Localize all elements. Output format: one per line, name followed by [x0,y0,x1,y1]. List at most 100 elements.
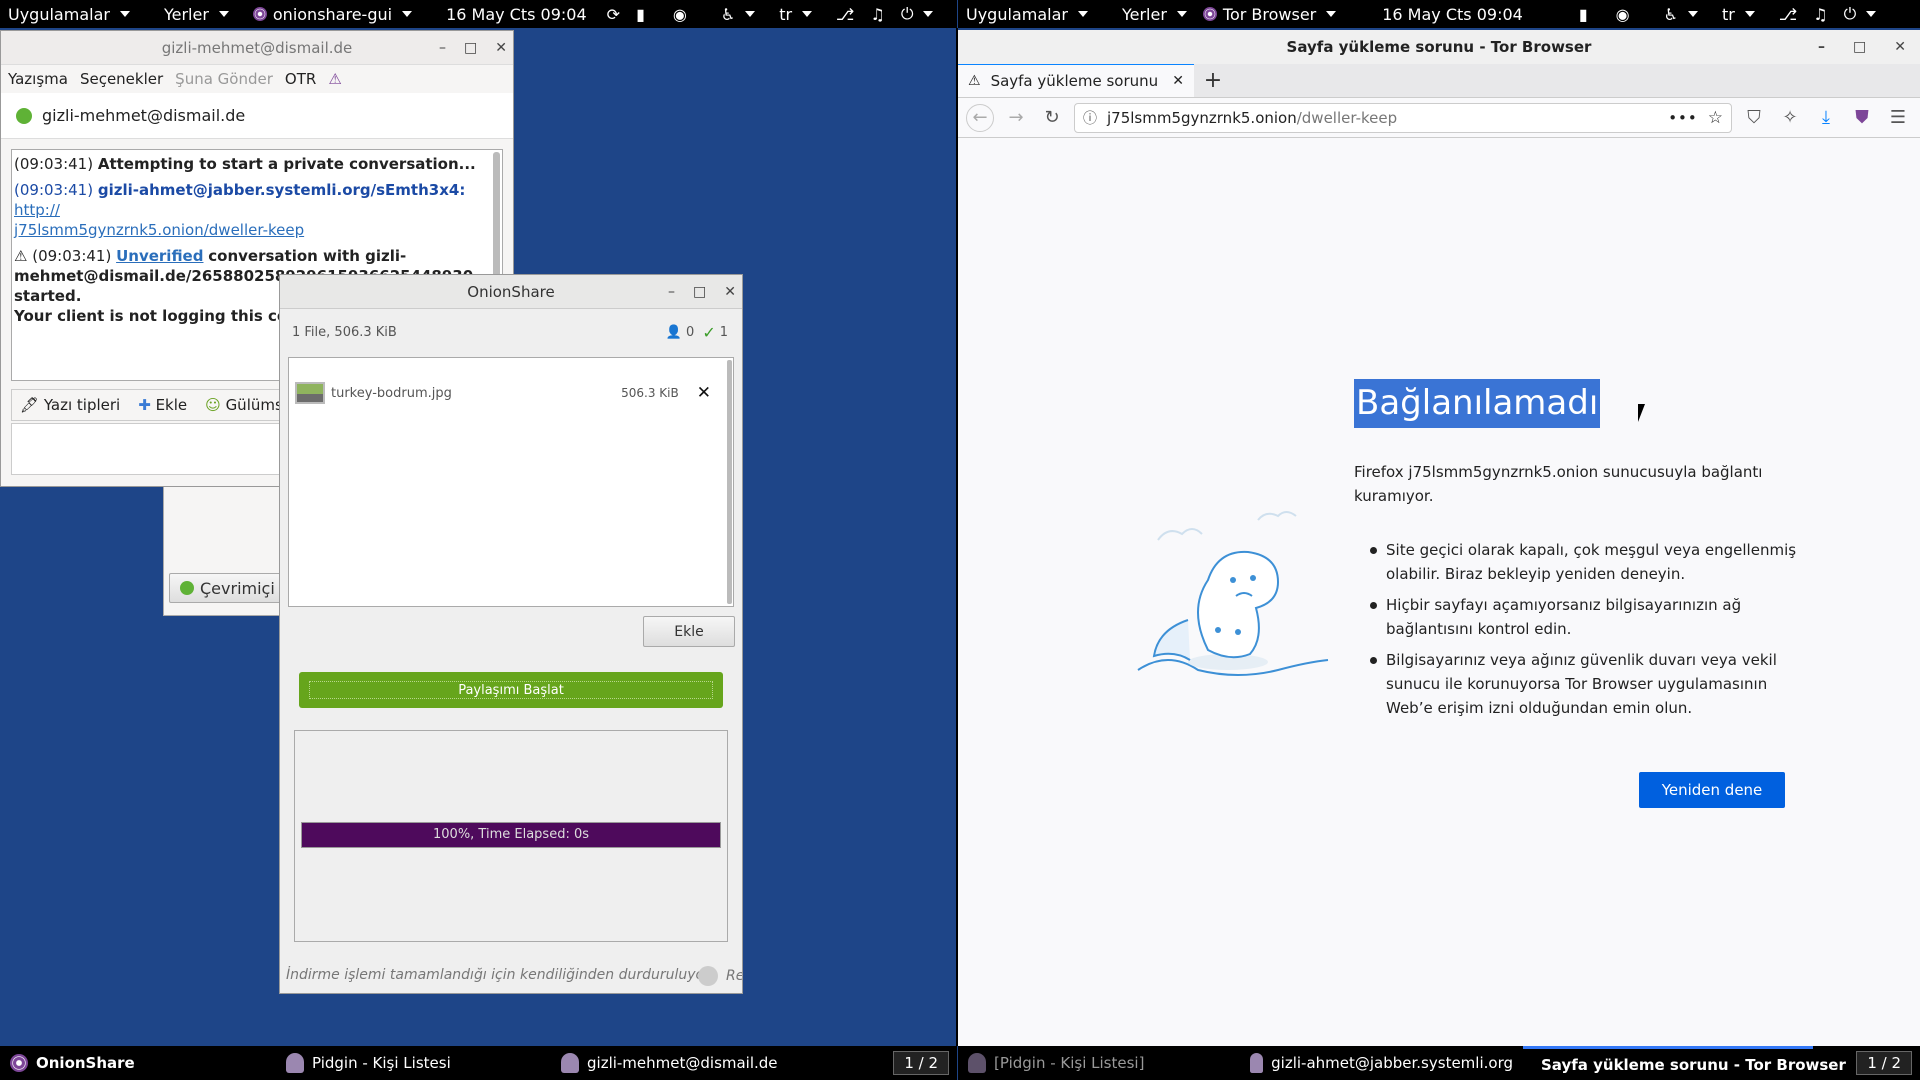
tor-browser-window: Sayfa yükleme sorunu - Tor Browser – □ ✕… [958,30,1920,1046]
start-sharing-label: Paylaşımı Başlat [458,682,564,698]
active-app-menu[interactable]: Tor Browser [1195,0,1344,28]
navigation-bar: ← → ↻ ⓘ j75lsmm5gynzrnk5.onion/dweller-k… [958,98,1920,138]
left-taskbar: OnionShare Pidgin - Kişi Listesi gizli-m… [0,1046,957,1080]
url-bar[interactable]: ⓘ j75lsmm5gynzrnk5.onion/dweller-keep ••… [1074,102,1732,133]
task-tor-browser[interactable]: Sayfa yükleme sorunu - Tor Browser [1523,1046,1846,1080]
keyboard-layout[interactable]: tr [771,0,820,28]
window-titlebar[interactable]: Sayfa yükleme sorunu - Tor Browser – □ ✕ [958,30,1920,64]
new-tab-icon[interactable]: + [1194,63,1232,97]
file-row[interactable]: turkey-bodrum.jpg 506.3 KiB ✕ [295,380,711,406]
left-top-panel: Uygulamalar Yerler onionshare-gui 16 May… [0,0,957,28]
sync-icon[interactable]: ⟳ [599,0,628,28]
active-app-menu[interactable]: onionshare-gui [245,0,420,28]
keyboard-layout[interactable]: tr [1714,0,1763,28]
menu-conversation[interactable]: Yazışma [5,70,77,88]
right-top-panel: Uygulamalar Yerler Tor Browser 16 May Ct… [958,0,1920,28]
back-icon[interactable]: ← [966,103,994,132]
close-tab-icon[interactable]: ✕ [1172,73,1184,89]
downloads-panel: 100%, Time Elapsed: 0s [294,730,728,942]
share-summary: 1 File, 506.3 KiB [292,325,397,340]
error-description: Firefox j75lsmm5gynzrnk5.onion sunucusuy… [1354,463,1763,505]
status-selector[interactable]: Çevrimiçi [169,573,281,603]
close-icon[interactable]: ✕ [1894,39,1906,55]
places-menu[interactable]: Yerler [156,0,237,28]
tab-title: Sayfa yükleme sorunu [990,72,1159,90]
minimize-icon[interactable]: – [439,40,446,56]
unverified-link[interactable]: Unverified [116,247,203,265]
window-titlebar[interactable]: OnionShare – □ ✕ [280,275,742,309]
applications-menu[interactable]: Uygulamalar [958,0,1096,28]
warning-icon: ⚠ [14,247,28,265]
task-pidgin-conversation[interactable]: gizli-mehmet@dismail.de [551,1046,871,1080]
minimize-icon[interactable]: – [1818,39,1825,55]
volume-icon[interactable]: ♫ [1805,0,1835,28]
applications-menu[interactable]: Uygulamalar [0,0,138,28]
user-icon: 👤 [665,325,683,340]
warning-icon: ⚠ [968,73,981,89]
message-link[interactable]: http:// [14,201,60,219]
bookmark-star-icon[interactable]: ☆ [1708,108,1723,128]
reload-icon[interactable]: ↻ [1038,104,1066,132]
image-file-icon [295,382,325,404]
download-icon[interactable]: ⤓ [1812,104,1840,132]
forward-icon[interactable]: → [1002,104,1030,132]
progress-bar: 100%, Time Elapsed: 0s [301,822,721,848]
task-pidgin-buddy-list[interactable]: Pidgin - Kişi Listesi [276,1046,551,1080]
noscript-icon[interactable]: ⛊ [1848,104,1876,132]
new-identity-icon[interactable]: ✧ [1776,104,1804,132]
buddy-status-icon [16,107,32,124]
menu-send-to[interactable]: Şuna Gönder [172,70,282,88]
start-sharing-button[interactable]: Paylaşımı Başlat [299,672,723,708]
menu-options[interactable]: Seçenekler [77,70,172,88]
task-pidgin-buddy-list[interactable]: [Pidgin - Kişi Listesi] [958,1046,1240,1080]
file-list-scrollbar[interactable] [727,360,732,604]
file-name: turkey-bodrum.jpg [331,385,452,401]
places-menu[interactable]: Yerler [1114,0,1195,28]
info-icon[interactable]: ⓘ [1083,108,1097,128]
clipboard-icon[interactable]: ▮ [628,0,653,28]
remove-file-icon[interactable]: ✕ [697,383,711,403]
window-titlebar[interactable]: gizli-mehmet@dismail.de – □ ✕ [1,31,513,65]
volume-icon[interactable]: ♫ [862,0,892,28]
onionshare-icon [10,1054,28,1072]
clock[interactable]: 16 May Cts 09:04 [1374,0,1531,28]
accessibility-icon[interactable]: ♿ [713,0,763,28]
task-pidgin-conversation[interactable]: gizli-ahmet@jabber.systemli.org [1240,1046,1523,1080]
tab-active[interactable]: ⚠ Sayfa yükleme sorunu ✕ [958,63,1194,97]
right-taskbar: [Pidgin - Kişi Listesi] gizli-ahmet@jabb… [958,1046,1920,1080]
otr-warning-icon[interactable]: ⚠ [325,70,350,88]
maximize-icon[interactable]: □ [464,40,477,56]
window-title: Sayfa yükleme sorunu - Tor Browser [1286,38,1592,56]
close-icon[interactable]: ✕ [495,40,507,56]
network-icon[interactable]: ⎇ [828,0,862,28]
minimize-icon[interactable]: – [668,284,675,300]
accessibility-icon[interactable]: ♿ [1656,0,1706,28]
clipboard-icon[interactable]: ▮ [1571,0,1596,28]
close-icon[interactable]: ✕ [724,284,736,300]
network-icon[interactable]: ⎇ [1771,0,1805,28]
maximize-icon[interactable]: □ [693,284,706,300]
font-button[interactable]: 🖋 Yazı tipleri [20,396,120,414]
menu-otr[interactable]: OTR [282,70,325,88]
shield-icon[interactable]: ⛉ [1740,104,1768,132]
workspace-pager[interactable]: 1 / 2 [893,1051,949,1075]
hamburger-menu-icon[interactable]: ☰ [1884,104,1912,132]
power-icon[interactable]: ⏻ [893,0,942,28]
list-item: Bilgisayarınız veya ağınız güvenlik duva… [1370,648,1810,720]
clock[interactable]: 16 May Cts 09:04 [438,0,595,28]
onionshare-icon [252,7,267,21]
power-icon[interactable]: ⏻ [1836,0,1885,28]
message-link-cont[interactable]: j75lsmm5gynzrnk5.onion/dweller-keep [14,221,304,239]
task-onionshare[interactable]: OnionShare [0,1046,276,1080]
retry-button[interactable]: Yeniden dene [1639,772,1785,808]
message-line: (09:03:41) Attempting to start a private… [14,155,476,173]
tor-onion-icon[interactable]: ◉ [665,0,695,28]
workspace-pager[interactable]: 1 / 2 [1856,1051,1912,1075]
add-file-button[interactable]: Ekle [643,616,735,647]
error-suggestions: Site geçici olarak kapalı, çok meşgul ve… [1370,538,1810,720]
tor-onion-icon[interactable]: ◉ [1608,0,1638,28]
insert-button[interactable]: ✚ Ekle [138,396,187,414]
file-list[interactable]: turkey-bodrum.jpg 506.3 KiB ✕ [288,357,734,607]
page-actions-icon[interactable]: ••• [1668,109,1698,127]
maximize-icon[interactable]: □ [1853,39,1866,55]
